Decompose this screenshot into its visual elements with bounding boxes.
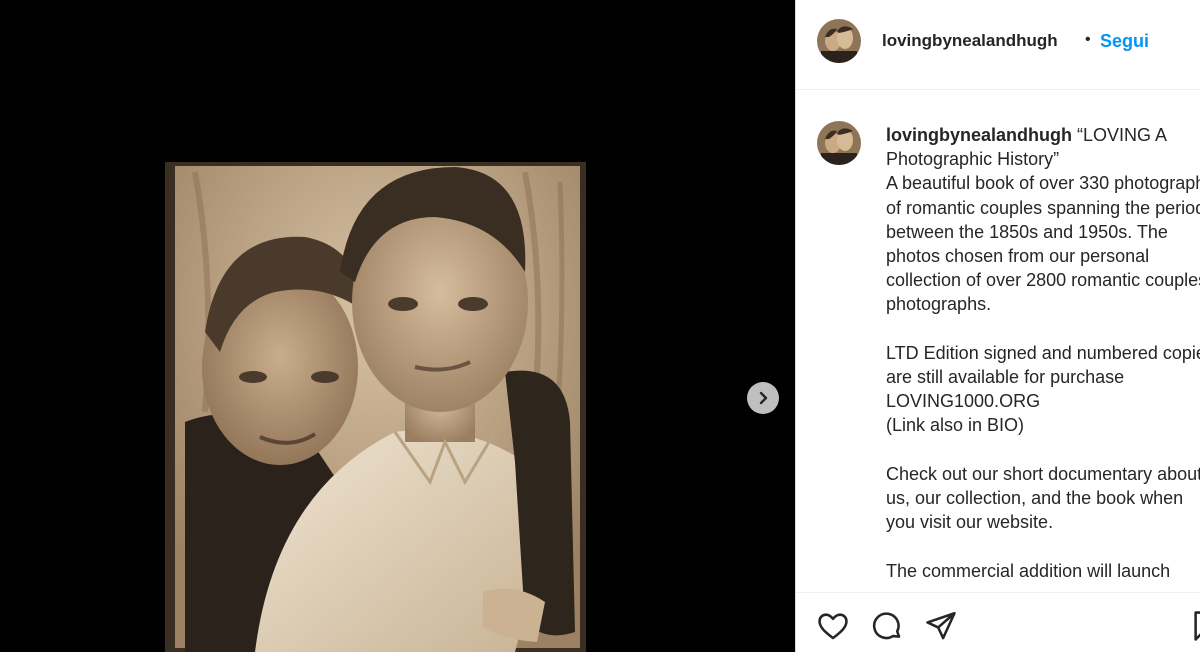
avatar-image bbox=[817, 121, 861, 165]
bookmark-icon bbox=[1194, 611, 1200, 641]
follow-button[interactable]: Segui bbox=[1100, 31, 1149, 52]
caption-area: lovingbynealandhugh “LOVING A Photograph… bbox=[796, 91, 1200, 591]
caption-text: “LOVING A Photographic History” A beauti… bbox=[886, 125, 1200, 581]
post-header: lovingbynealandhugh • Segui bbox=[796, 0, 1200, 90]
post-caption: lovingbynealandhugh “LOVING A Photograph… bbox=[886, 123, 1200, 583]
share-button[interactable] bbox=[924, 609, 958, 643]
chevron-right-icon bbox=[759, 391, 768, 405]
next-photo-button[interactable] bbox=[747, 382, 779, 414]
header-username[interactable]: lovingbynealandhugh bbox=[882, 31, 1058, 51]
comment-button[interactable] bbox=[870, 609, 904, 643]
action-bar bbox=[796, 592, 1200, 652]
comment-icon bbox=[872, 612, 901, 640]
separator-dot: • bbox=[1085, 31, 1091, 48]
heart-icon bbox=[818, 613, 848, 640]
caption-avatar[interactable] bbox=[817, 121, 861, 165]
post-media bbox=[0, 0, 795, 652]
caption-username[interactable]: lovingbynealandhugh bbox=[886, 125, 1072, 145]
avatar[interactable] bbox=[817, 19, 861, 63]
share-icon bbox=[926, 611, 956, 640]
avatar-image bbox=[817, 19, 861, 63]
post-photo[interactable] bbox=[165, 162, 586, 652]
post-sidebar: lovingbynealandhugh • Segui lovingbyneal… bbox=[795, 0, 1200, 652]
save-button[interactable] bbox=[1192, 609, 1200, 643]
like-button[interactable] bbox=[816, 609, 850, 643]
